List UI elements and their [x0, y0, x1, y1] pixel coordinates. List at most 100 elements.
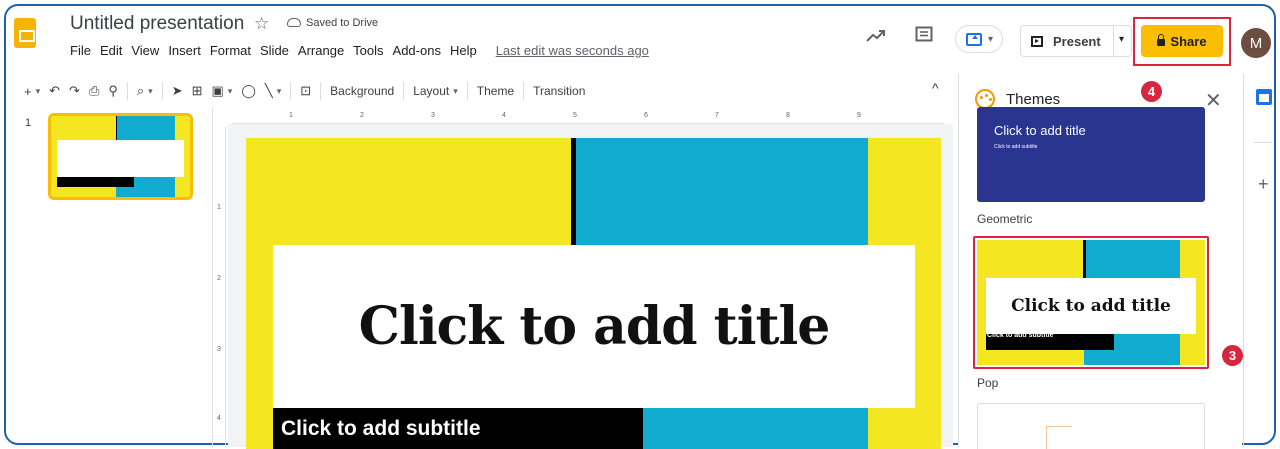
theme-preview-title: Click to add title [1011, 295, 1171, 316]
new-slide-icon[interactable]: + [24, 84, 32, 99]
ruler-tick: 2 [217, 275, 221, 282]
comments-icon[interactable] [915, 26, 933, 49]
avatar[interactable]: M [1241, 28, 1271, 58]
filmstrip-divider[interactable] [212, 107, 213, 447]
step-badge-share: 4 [1141, 81, 1162, 102]
side-panel-rail [1243, 74, 1276, 447]
last-edit-link[interactable]: Last edit was seconds ago [496, 43, 649, 58]
paint-format-icon[interactable]: ⚲ [108, 83, 118, 99]
shape-icon[interactable]: ◯ [241, 83, 256, 99]
image-chevron-icon[interactable]: ▾ [228, 86, 233, 97]
line-icon[interactable]: ╲ [265, 83, 273, 99]
ruler-tick: 1 [289, 112, 293, 119]
toolbar-divider [403, 82, 405, 100]
image-icon[interactable]: ▣ [212, 83, 224, 99]
background-button[interactable]: Background [330, 84, 394, 98]
toolbar-divider [320, 82, 322, 100]
toolbar-divider [466, 82, 468, 100]
menu-insert[interactable]: Insert [168, 43, 201, 58]
menu-format[interactable]: Format [210, 43, 251, 58]
collapse-toolbar-chevron-up-icon[interactable]: ^ [932, 80, 939, 96]
rail-divider [1254, 142, 1272, 143]
ruler-tick: 2 [360, 112, 364, 119]
close-icon[interactable]: ✕ [1205, 88, 1222, 113]
menu-arrange[interactable]: Arrange [298, 43, 344, 58]
layout-button[interactable]: Layout [413, 84, 449, 98]
present-button[interactable]: Present ▾ [1020, 25, 1132, 57]
menu-bar: File Edit View Insert Format Slide Arran… [70, 43, 649, 58]
zoom-icon[interactable]: ⌕ [137, 83, 144, 99]
slide-thumbnail[interactable] [48, 113, 193, 200]
slide-number: 1 [25, 117, 32, 129]
ruler-tick: 4 [502, 112, 506, 119]
toolbar-divider [161, 82, 163, 100]
save-status: Saved to Drive [306, 17, 379, 29]
layout-chevron-icon[interactable]: ▾ [453, 86, 458, 97]
theme-card-pop[interactable]: Click to add title Click to add subtitle [977, 240, 1205, 365]
present-icon [1031, 35, 1043, 47]
ruler-tick: 6 [644, 112, 648, 119]
ruler-tick: 4 [217, 415, 221, 422]
theme-card-next[interactable] [977, 403, 1205, 449]
slide-editor[interactable]: Click to add title Click to add subtitle [246, 138, 941, 449]
menu-addons[interactable]: Add-ons [393, 43, 441, 58]
theme-preview-subtitle: Click to add subtitle [987, 332, 1054, 339]
chevron-down-icon: ▾ [988, 34, 994, 45]
themes-panel-title: Themes [1006, 91, 1061, 108]
calendar-icon[interactable] [1256, 89, 1272, 105]
theme-name-pop: Pop [977, 376, 999, 390]
menu-tools[interactable]: Tools [353, 43, 383, 58]
present-divider [1113, 26, 1114, 56]
present-to-meeting-icon [966, 33, 982, 46]
add-addon-icon[interactable]: + [1258, 174, 1269, 195]
slides-logo-icon[interactable] [14, 18, 36, 48]
present-options-chevron-icon[interactable]: ▾ [1119, 34, 1124, 45]
lock-icon [1157, 34, 1166, 46]
menu-slide[interactable]: Slide [260, 43, 289, 58]
ruler-tick: 8 [786, 112, 790, 119]
palette-icon [975, 89, 995, 109]
zoom-chevron-icon[interactable]: ▾ [148, 86, 153, 97]
redo-icon[interactable]: ↷ [69, 83, 80, 99]
transition-button[interactable]: Transition [533, 84, 585, 98]
star-icon[interactable]: ☆ [254, 14, 269, 34]
cloud-saved-icon [287, 18, 301, 27]
comment-add-icon[interactable]: ⊡ [300, 83, 311, 99]
menu-file[interactable]: File [70, 43, 91, 58]
theme-name-geometric: Geometric [977, 212, 1033, 226]
select-cursor-icon[interactable]: ➤ [172, 83, 183, 99]
slide-subtitle-placeholder[interactable]: Click to add subtitle [281, 417, 481, 441]
toolbar-divider [290, 82, 292, 100]
meet-present-button[interactable]: ▾ [955, 25, 1003, 53]
theme-card-geometric[interactable]: Click to add title Click to add subtitle [977, 107, 1205, 202]
line-chevron-icon[interactable]: ▾ [277, 86, 282, 97]
menu-help[interactable]: Help [450, 43, 477, 58]
print-icon[interactable]: ⎙ [89, 83, 99, 99]
ruler-tick: 7 [715, 112, 719, 119]
vertical-ruler[interactable]: 1 2 3 4 [214, 127, 226, 447]
menu-edit[interactable]: Edit [100, 43, 122, 58]
pop-preview: Click to add title Click to add subtitle [977, 240, 1205, 365]
menu-view[interactable]: View [131, 43, 159, 58]
slide-title-placeholder[interactable]: Click to add title [273, 245, 915, 408]
theme-preview-subtitle: Click to add subtitle [994, 144, 1038, 150]
theme-button[interactable]: Theme [477, 84, 514, 98]
toolbar-divider [523, 82, 525, 100]
ruler-tick: 3 [217, 346, 221, 353]
toolbar-divider [126, 82, 128, 100]
activity-trend-icon[interactable] [866, 28, 886, 48]
share-label: Share [1170, 33, 1207, 49]
slide-black-line [571, 138, 576, 246]
horizontal-ruler[interactable]: 1 2 3 4 5 6 7 8 9 [232, 110, 944, 124]
document-title[interactable]: Untitled presentation [70, 13, 244, 35]
step-badge-theme: 3 [1222, 345, 1243, 366]
ruler-tick: 9 [857, 112, 861, 119]
present-label: Present [1053, 33, 1101, 49]
toolbar: + ▾ ↶ ↷ ⎙ ⚲ ⌕ ▾ ➤ ⊞ ▣ ▾ ◯ ╲ ▾ ⊡ Backgrou… [24, 76, 959, 106]
ruler-tick: 5 [573, 112, 577, 119]
thumbnail-preview [51, 116, 190, 197]
share-button[interactable]: Share [1141, 25, 1223, 57]
text-box-icon[interactable]: ⊞ [192, 83, 203, 99]
new-slide-chevron-icon[interactable]: ▾ [36, 86, 41, 97]
undo-icon[interactable]: ↶ [49, 83, 60, 99]
